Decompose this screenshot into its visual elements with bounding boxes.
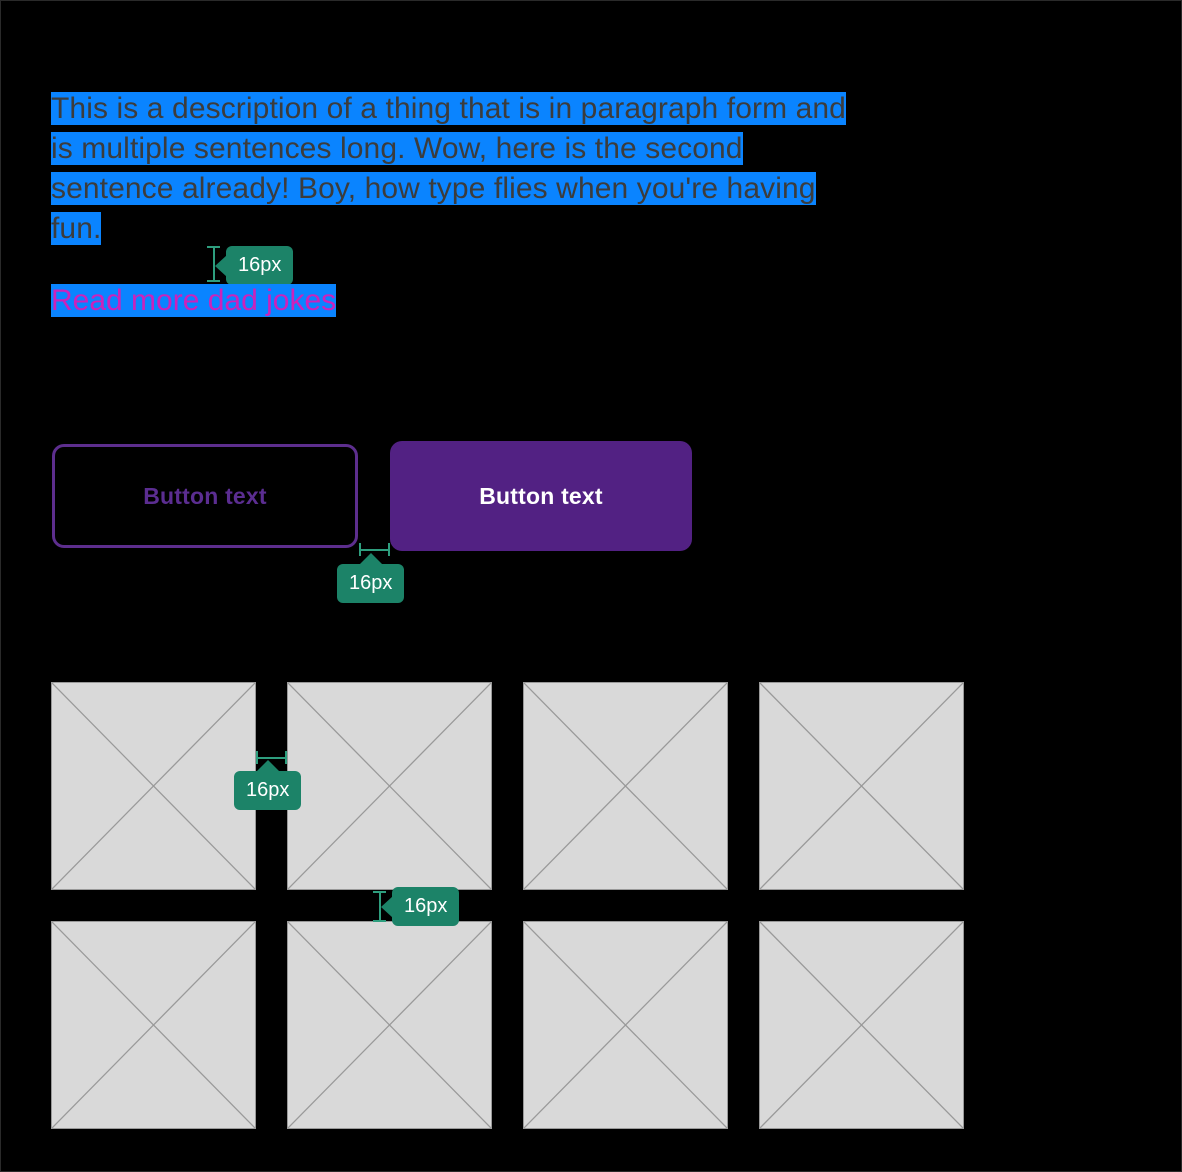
placeholder-cross-icon <box>760 922 963 1128</box>
spacing-badge-image-columns: 16px <box>234 771 302 810</box>
image-placeholder-1 <box>51 682 256 890</box>
description-paragraph: This is a description of a thing that is… <box>51 92 846 245</box>
filled-button-label: Button text <box>479 482 603 509</box>
placeholder-cross-icon <box>52 683 255 889</box>
rule-stem <box>359 549 390 551</box>
description-paragraph-block: This is a description of a thing that is… <box>51 89 859 249</box>
image-placeholder-6 <box>287 921 492 1129</box>
outline-button-label: Button text <box>143 482 267 509</box>
image-placeholder-5 <box>51 921 256 1129</box>
rule-stem <box>256 757 287 759</box>
filled-button[interactable]: Button text <box>390 441 692 551</box>
spacing-badge-image-rows: 16px <box>392 887 460 926</box>
image-placeholder-8 <box>759 921 964 1129</box>
placeholder-cross-icon <box>52 922 255 1128</box>
image-placeholder-4 <box>759 682 964 890</box>
placeholder-cross-icon <box>288 922 491 1128</box>
rule-cap-right <box>388 543 390 556</box>
image-placeholder-3 <box>523 682 728 890</box>
spacing-spec-canvas: This is a description of a thing that is… <box>1 1 1181 1171</box>
placeholder-cross-icon <box>524 922 727 1128</box>
rule-cap-bottom <box>373 920 386 922</box>
image-placeholder-7 <box>523 921 728 1129</box>
read-more-link-block[interactable]: Read more dad jokes <box>51 282 337 320</box>
placeholder-cross-icon <box>288 683 491 889</box>
spacing-badge-paragraph-link: 16px <box>226 246 294 285</box>
rule-cap-right <box>285 751 287 764</box>
placeholder-cross-icon <box>760 683 963 889</box>
image-placeholder-grid <box>51 682 964 1129</box>
outline-button[interactable]: Button text <box>52 444 358 548</box>
placeholder-cross-icon <box>524 683 727 889</box>
spacing-badge-buttons: 16px <box>337 564 405 603</box>
read-more-link[interactable]: Read more dad jokes <box>51 284 337 317</box>
image-placeholder-2 <box>287 682 492 890</box>
